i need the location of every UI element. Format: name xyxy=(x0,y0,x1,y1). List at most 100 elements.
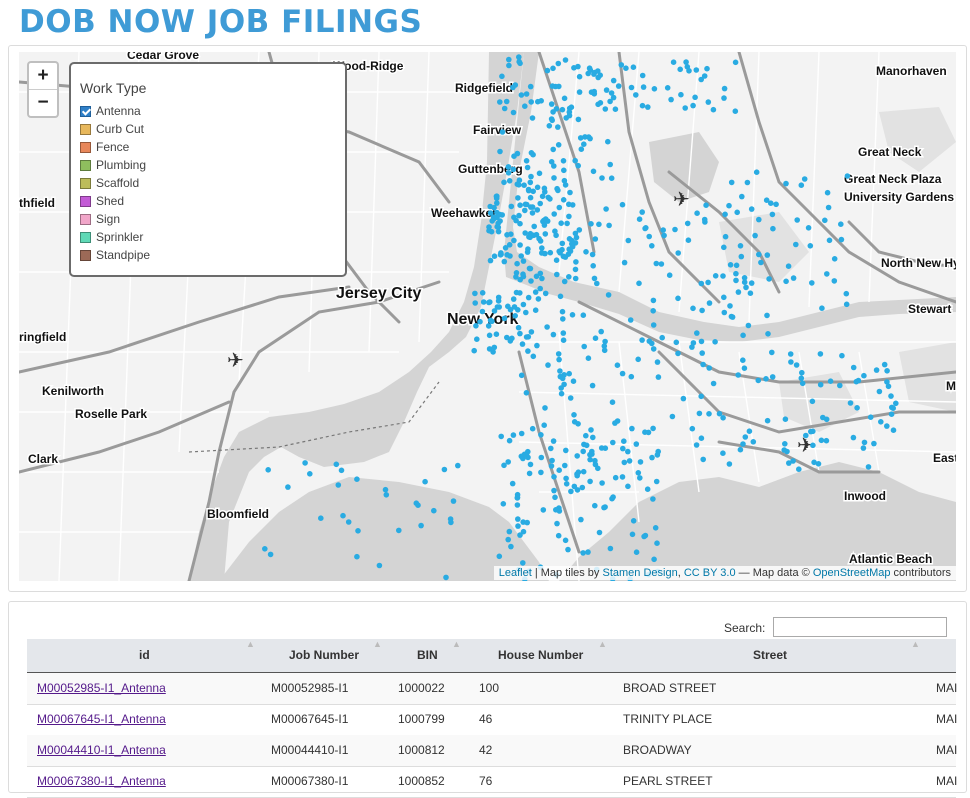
filing-marker[interactable] xyxy=(504,252,510,258)
filing-marker[interactable] xyxy=(535,98,541,105)
filing-marker[interactable] xyxy=(554,271,560,278)
filing-marker[interactable] xyxy=(646,338,653,345)
filing-marker[interactable] xyxy=(510,432,517,438)
filing-marker[interactable] xyxy=(596,529,603,536)
filing-marker[interactable] xyxy=(538,454,545,461)
filing-marker[interactable] xyxy=(591,91,598,97)
filing-marker[interactable] xyxy=(567,395,574,401)
filing-marker[interactable] xyxy=(721,244,727,251)
filing-marker[interactable] xyxy=(843,301,850,308)
filing-marker[interactable] xyxy=(598,445,605,451)
filing-marker[interactable] xyxy=(551,487,557,494)
filing-marker[interactable] xyxy=(766,276,772,282)
filing-marker[interactable] xyxy=(769,374,776,380)
filing-marker[interactable] xyxy=(506,528,513,535)
filing-marker[interactable] xyxy=(508,543,514,550)
filing-marker[interactable] xyxy=(636,216,643,222)
filing-marker[interactable] xyxy=(591,275,598,282)
filing-marker[interactable] xyxy=(556,204,563,211)
filing-marker[interactable] xyxy=(510,166,517,173)
filing-marker[interactable] xyxy=(639,209,645,215)
filing-marker[interactable] xyxy=(477,318,483,325)
filing-marker[interactable] xyxy=(693,67,700,73)
filing-marker[interactable] xyxy=(566,201,572,208)
filing-marker[interactable] xyxy=(740,441,746,447)
filing-marker[interactable] xyxy=(505,536,512,543)
filing-marker[interactable] xyxy=(650,425,656,432)
filing-marker[interactable] xyxy=(534,342,540,349)
filing-marker[interactable] xyxy=(576,89,583,95)
filing-marker[interactable] xyxy=(698,280,705,287)
filing-marker[interactable] xyxy=(683,59,689,65)
filing-marker[interactable] xyxy=(548,116,555,122)
filing-marker[interactable] xyxy=(705,99,712,105)
filing-marker[interactable] xyxy=(575,421,581,427)
filing-marker[interactable] xyxy=(861,372,867,379)
filing-marker[interactable] xyxy=(590,434,596,441)
filing-marker[interactable] xyxy=(726,461,733,467)
filing-marker[interactable] xyxy=(510,296,517,302)
legend-item-plumbing[interactable]: Plumbing xyxy=(80,156,345,174)
filing-marker[interactable] xyxy=(501,179,507,186)
filing-marker[interactable] xyxy=(526,234,532,240)
filing-marker[interactable] xyxy=(518,372,525,379)
filing-marker[interactable] xyxy=(589,448,595,455)
filing-marker[interactable] xyxy=(585,355,592,362)
filing-marker[interactable] xyxy=(550,146,556,153)
filing-marker[interactable] xyxy=(527,83,534,90)
filing-marker[interactable] xyxy=(515,195,521,201)
filing-marker[interactable] xyxy=(539,193,546,200)
filing-marker[interactable] xyxy=(599,175,605,181)
filing-marker[interactable] xyxy=(540,507,547,513)
filing-marker[interactable] xyxy=(516,54,522,60)
filing-marker[interactable] xyxy=(488,228,495,235)
filing-marker[interactable] xyxy=(285,484,291,490)
filing-marker[interactable] xyxy=(890,405,896,412)
filing-marker[interactable] xyxy=(562,537,569,544)
filing-marker[interactable] xyxy=(530,353,537,360)
filing-marker[interactable] xyxy=(514,494,521,501)
filing-marker[interactable] xyxy=(566,370,572,377)
filing-marker[interactable] xyxy=(512,313,518,319)
filing-marker[interactable] xyxy=(497,148,503,155)
filing-marker[interactable] xyxy=(739,193,745,200)
filing-marker[interactable] xyxy=(563,475,569,482)
filing-marker[interactable] xyxy=(542,216,549,222)
filing-marker[interactable] xyxy=(651,556,657,563)
filing-marker[interactable] xyxy=(794,217,800,223)
filing-marker[interactable] xyxy=(876,388,883,395)
legend-item-scaffold[interactable]: Scaffold xyxy=(80,174,345,192)
filing-marker[interactable] xyxy=(580,448,586,455)
filing-marker[interactable] xyxy=(706,411,712,417)
filing-marker[interactable] xyxy=(523,91,530,97)
filing-marker[interactable] xyxy=(822,217,828,224)
filing-marker[interactable] xyxy=(523,201,530,208)
filing-marker[interactable] xyxy=(560,316,566,322)
leaflet-link[interactable]: Leaflet xyxy=(499,567,532,579)
filing-marker[interactable] xyxy=(629,531,636,538)
filing-marker[interactable] xyxy=(818,437,825,444)
filing-marker[interactable] xyxy=(733,262,740,269)
filing-marker[interactable] xyxy=(610,439,616,446)
filing-marker[interactable] xyxy=(850,364,857,371)
filing-marker[interactable] xyxy=(472,290,478,297)
filing-marker[interactable] xyxy=(517,532,523,538)
filing-marker[interactable] xyxy=(557,293,564,300)
filing-marker[interactable] xyxy=(550,438,557,444)
filing-marker[interactable] xyxy=(450,498,457,504)
filing-marker[interactable] xyxy=(824,271,830,277)
filing-marker[interactable] xyxy=(265,467,271,473)
filing-marker[interactable] xyxy=(571,65,577,71)
filing-marker[interactable] xyxy=(487,210,494,216)
filing-marker[interactable] xyxy=(633,92,639,98)
filing-marker[interactable] xyxy=(523,309,529,316)
filing-marker[interactable] xyxy=(338,467,345,474)
cell-id[interactable]: M00052985-I1_Antenna xyxy=(37,673,166,704)
filing-marker[interactable] xyxy=(590,168,597,175)
filing-marker[interactable] xyxy=(756,251,762,258)
filing-marker[interactable] xyxy=(700,456,706,463)
legend-item-sprinkler[interactable]: Sprinkler xyxy=(80,228,345,246)
filing-marker[interactable] xyxy=(612,106,619,112)
filing-marker[interactable] xyxy=(566,112,573,119)
filing-marker[interactable] xyxy=(541,185,548,192)
